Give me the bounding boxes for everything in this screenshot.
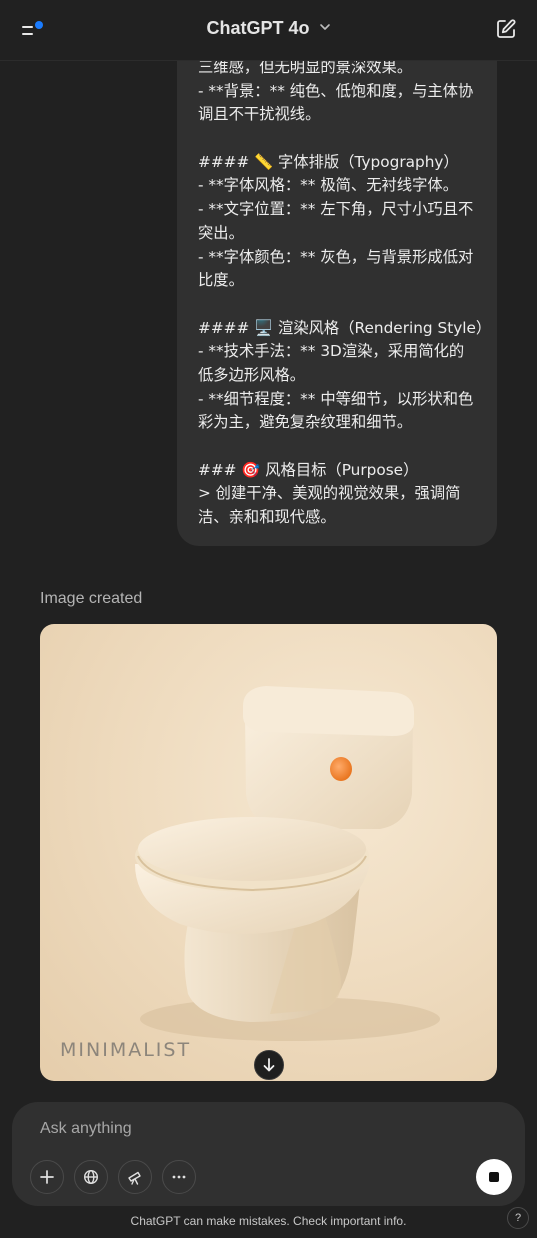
- message-line: - **字体颜色：** 灰色，与背景形成低对: [198, 247, 474, 266]
- toilet-illustration: [135, 686, 440, 1041]
- message-line: [198, 293, 476, 317]
- menu-icon: [22, 26, 33, 35]
- message-line: 突出。: [198, 223, 244, 242]
- notification-dot: [35, 21, 43, 29]
- message-line: 洁、亲和和现代感。: [198, 508, 336, 527]
- scroll-down-button[interactable]: [254, 1050, 284, 1080]
- message-line: 比度。: [198, 271, 244, 290]
- more-tools-button[interactable]: [162, 1160, 196, 1194]
- message-composer: [12, 1102, 525, 1206]
- disclaimer-text: ChatGPT can make mistakes. Check importa…: [130, 1214, 407, 1228]
- stop-generating-button[interactable]: [476, 1159, 512, 1195]
- message-line: 彩为主，避免复杂纹理和细节。: [198, 413, 413, 432]
- edit-icon: [497, 19, 516, 38]
- arrow-down-icon: [263, 1058, 275, 1072]
- message-line: > 创建干净、美观的视觉效果，强调简: [198, 484, 461, 503]
- message-line: ### 🎯 风格目标（Purpose）: [198, 460, 419, 479]
- generated-image[interactable]: MINIMALIST: [40, 624, 497, 1081]
- message-line: - **字体风格：** 极简、无衬线字体。: [198, 176, 458, 195]
- more-icon: [172, 1175, 186, 1179]
- image-watermark-text: MINIMALIST: [60, 1039, 192, 1061]
- message-line: [198, 127, 476, 151]
- stop-icon: [489, 1172, 499, 1182]
- plus-icon: [40, 1170, 54, 1184]
- message-line: - **背景：** 纯色、低饱和度，与主体协: [198, 81, 474, 100]
- user-message-bubble: 三维感，但无明显的景深效果。 - **背景：** 纯色、低饱和度，与主体协 调且不干…: [177, 36, 497, 546]
- message-line: - **技术手法：** 3D渲染，采用简化的: [198, 342, 465, 361]
- model-switcher[interactable]: ChatGPT 4o: [189, 18, 349, 39]
- sidebar-menu-button[interactable]: [18, 16, 46, 44]
- model-name: ChatGPT 4o: [206, 18, 310, 38]
- message-input[interactable]: [40, 1120, 480, 1138]
- deep-research-button[interactable]: [118, 1160, 152, 1194]
- top-bar: ChatGPT 4o: [0, 0, 537, 61]
- help-button[interactable]: ?: [507, 1207, 529, 1229]
- search-web-button[interactable]: [74, 1160, 108, 1194]
- message-line: [198, 435, 476, 459]
- message-line: 低多边形风格。: [198, 365, 306, 384]
- attach-button[interactable]: [30, 1160, 64, 1194]
- message-line: #### 🖥️ 渲染风格（Rendering Style）: [198, 318, 492, 337]
- user-message-text: 三维感，但无明显的景深效果。 - **背景：** 纯色、低饱和度，与主体协 调且不干…: [198, 56, 492, 530]
- globe-icon: [83, 1169, 99, 1185]
- message-line: - **细节程度：** 中等细节，以形状和色: [198, 389, 474, 408]
- new-chat-button[interactable]: [495, 18, 517, 40]
- message-line: 调且不干扰视线。: [198, 105, 321, 124]
- message-line: - **文字位置：** 左下角，尺寸小巧且不: [198, 200, 474, 219]
- telescope-icon: [128, 1171, 141, 1185]
- image-created-label: Image created: [40, 590, 143, 607]
- chevron-down-icon: [319, 17, 331, 38]
- message-line: #### 📏 字体排版（Typography）: [198, 152, 459, 171]
